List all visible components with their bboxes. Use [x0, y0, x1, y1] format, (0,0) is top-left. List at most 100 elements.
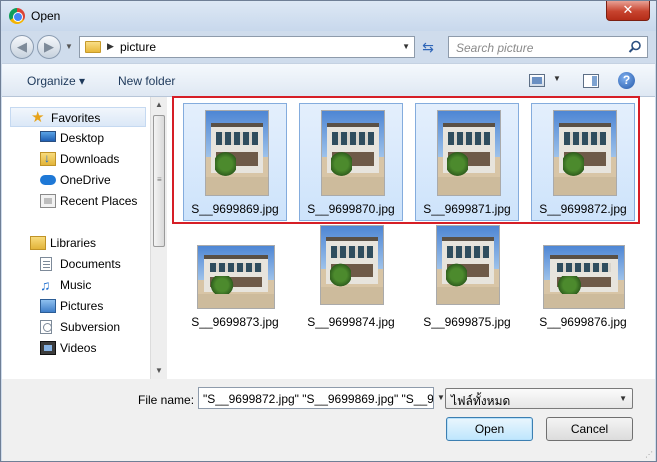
file-name: S__9699875.jpg	[423, 315, 511, 329]
search-placeholder: Search picture	[456, 41, 534, 55]
file-tile[interactable]: S__9699869.jpg	[183, 103, 287, 221]
image-thumbnail	[437, 110, 501, 196]
back-button[interactable]: ◀	[10, 35, 34, 59]
cancel-button[interactable]: Cancel	[546, 417, 633, 441]
star-icon: ★	[31, 109, 45, 126]
nav-item-label: Pictures	[60, 299, 104, 313]
image-thumbnail	[320, 225, 384, 305]
subversion-icon	[40, 320, 52, 334]
nav-item-onedrive[interactable]: OneDrive	[10, 170, 146, 190]
onedrive-cloud-icon	[40, 175, 56, 185]
pictures-icon	[40, 299, 56, 313]
documents-icon	[40, 257, 52, 271]
open-button[interactable]: Open	[446, 417, 533, 441]
chrome-app-icon	[9, 8, 25, 24]
view-options-dropdown[interactable]: ▼	[553, 74, 561, 83]
nav-item-recent-places[interactable]: Recent Places	[10, 191, 146, 211]
file-tile[interactable]: S__9699870.jpg	[299, 103, 403, 221]
file-name: S__9699872.jpg	[539, 202, 627, 216]
nav-item-label: Recent Places	[60, 194, 138, 208]
navigation-row: ◀ ▶ ▼ ▶ picture ▼ ⇆ Search picture	[1, 31, 656, 63]
address-bar[interactable]: ▶ picture ▼	[79, 36, 415, 58]
nav-item-label: Documents	[60, 257, 121, 271]
desktop-icon	[40, 131, 56, 142]
nav-favorites-label: Favorites	[51, 111, 101, 125]
scrollbar-thumb[interactable]: ≡	[153, 115, 165, 247]
help-icon[interactable]: ?	[618, 72, 635, 89]
nav-libraries[interactable]: Libraries	[10, 233, 146, 253]
music-icon: ♫	[40, 277, 51, 293]
libraries-icon	[30, 236, 46, 250]
file-tile[interactable]: S__9699873.jpg	[183, 223, 287, 341]
image-thumbnail	[205, 110, 269, 196]
file-name: S__9699874.jpg	[307, 315, 395, 329]
close-button[interactable]: ✕	[606, 1, 650, 21]
scroll-grip-icon: ≡	[157, 175, 162, 184]
file-list: S__9699869.jpg S__9699870.jpg S__9699871…	[168, 97, 655, 379]
videos-icon	[40, 341, 56, 355]
file-name-input[interactable]: "S__9699872.jpg" "S__9699869.jpg" "S__96	[198, 387, 434, 409]
navigation-pane: ★ Favorites Desktop Downloads OneDrive R…	[2, 97, 150, 379]
folder-icon	[85, 41, 101, 53]
file-name: S__9699871.jpg	[423, 202, 511, 216]
title-bar[interactable]: Open ✕	[1, 1, 656, 31]
search-input[interactable]: Search picture	[448, 36, 648, 58]
image-thumbnail	[197, 245, 275, 309]
search-icon[interactable]	[628, 40, 642, 54]
open-dialog: Open ✕ ◀ ▶ ▼ ▶ picture ▼ ⇆ Search pictur…	[0, 0, 657, 462]
resize-grip-icon[interactable]: ⋰	[645, 450, 653, 459]
file-name: S__9699869.jpg	[191, 202, 279, 216]
nav-favorites[interactable]: ★ Favorites	[10, 107, 146, 127]
nav-libraries-label: Libraries	[50, 236, 97, 250]
chevron-down-icon: ▼	[619, 394, 627, 403]
file-name: S__9699876.jpg	[539, 315, 627, 329]
file-name-label: File name:	[138, 393, 195, 407]
image-thumbnail	[553, 110, 617, 196]
preview-pane-icon[interactable]	[583, 74, 599, 88]
nav-item-desktop[interactable]: Desktop	[10, 128, 146, 148]
file-tile[interactable]: S__9699871.jpg	[415, 103, 519, 221]
recent-places-icon	[40, 194, 56, 208]
file-name-value: "S__9699872.jpg" "S__9699869.jpg" "S__96	[203, 392, 434, 406]
nav-item-label: Downloads	[60, 152, 120, 166]
downloads-icon	[40, 151, 56, 166]
new-folder-button[interactable]: New folder	[118, 74, 175, 88]
file-tile[interactable]: S__9699872.jpg	[531, 103, 635, 221]
scroll-up-arrow-icon[interactable]: ▲	[151, 97, 167, 113]
window-title: Open	[31, 9, 61, 23]
file-type-select[interactable]: ไฟล์ทั้งหมด ▼	[445, 388, 633, 409]
address-dropdown-icon[interactable]: ▼	[402, 42, 410, 51]
nav-item-label: Subversion	[60, 320, 121, 334]
nav-item-downloads[interactable]: Downloads	[10, 149, 146, 169]
nav-item-label: Videos	[60, 341, 97, 355]
file-name-panel: File name: "S__9699872.jpg" "S__9699869.…	[2, 379, 655, 461]
organize-button[interactable]: Organize ▾	[27, 74, 85, 88]
nav-item-music[interactable]: ♫ Music	[10, 275, 146, 295]
nav-pane-scrollbar[interactable]: ▲ ≡ ▼	[150, 97, 167, 379]
change-view-icon[interactable]	[529, 74, 545, 87]
nav-item-pictures[interactable]: Pictures	[10, 296, 146, 316]
breadcrumb-picture[interactable]: picture	[120, 40, 156, 54]
file-tile[interactable]: S__9699875.jpg	[415, 223, 519, 341]
file-tile[interactable]: S__9699874.jpg	[299, 223, 403, 341]
scroll-down-arrow-icon[interactable]: ▼	[151, 363, 167, 379]
nav-item-subversion[interactable]: Subversion	[10, 317, 146, 337]
file-name: S__9699870.jpg	[307, 202, 395, 216]
file-tile[interactable]: S__9699876.jpg	[531, 223, 635, 341]
command-toolbar: Organize ▾ New folder ▼ ?	[2, 63, 655, 97]
image-thumbnail	[436, 225, 500, 305]
nav-item-label: Desktop	[60, 131, 105, 145]
file-name: S__9699873.jpg	[191, 315, 279, 329]
recent-locations-dropdown[interactable]: ▼	[65, 42, 73, 51]
breadcrumb-separator-icon[interactable]: ▶	[107, 41, 114, 52]
nav-item-label: OneDrive	[60, 173, 111, 187]
nav-item-label: Music	[60, 278, 92, 292]
file-type-value: ไฟล์ทั้งหมด	[451, 394, 511, 408]
nav-item-documents[interactable]: Documents	[10, 254, 146, 274]
image-thumbnail	[321, 110, 385, 196]
refresh-icon[interactable]: ⇆	[419, 38, 437, 56]
forward-button[interactable]: ▶	[37, 35, 61, 59]
nav-item-videos[interactable]: Videos	[10, 338, 146, 358]
image-thumbnail	[543, 245, 625, 309]
main-area: ★ Favorites Desktop Downloads OneDrive R…	[2, 97, 655, 379]
